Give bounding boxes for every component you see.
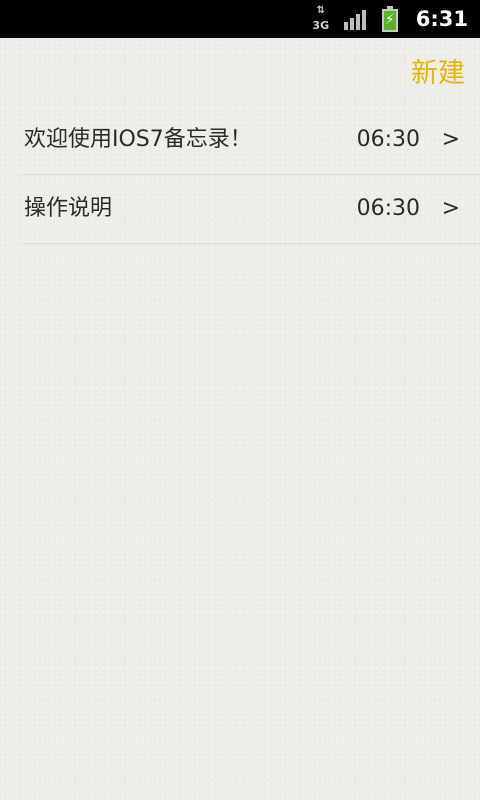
note-row[interactable]: 操作说明 06:30 > [22, 175, 480, 244]
charging-bolt-icon: ⚡ [384, 12, 395, 28]
network-type-label: 3G [312, 19, 330, 32]
signal-bar [349, 18, 354, 30]
note-row[interactable]: 欢迎使用IOS7备忘录！ 06:30 > [22, 106, 480, 175]
note-time: 06:30 [356, 127, 420, 152]
network-3g-icon: ⇅ 3G [312, 6, 330, 32]
notes-screen: ⇅ 3G ⚡ 6:31 新建 欢迎使用IOS7备忘录！ 06:30 > 操作说明… [0, 0, 480, 800]
signal-bar [361, 10, 366, 30]
battery-charging-icon: ⚡ [381, 6, 398, 32]
signal-bar [343, 22, 348, 30]
data-transfer-icon: ⇅ [316, 5, 325, 16]
status-bar: ⇅ 3G ⚡ 6:31 [0, 0, 480, 38]
status-clock: 6:31 [415, 7, 468, 31]
note-title: 操作说明 [24, 196, 113, 221]
chevron-right-icon: > [441, 196, 460, 221]
note-time: 06:30 [356, 196, 420, 221]
new-note-button[interactable]: 新建 [411, 56, 465, 92]
chevron-right-icon: > [441, 127, 460, 152]
signal-bar [355, 14, 360, 30]
note-title: 欢迎使用IOS7备忘录！ [24, 127, 252, 152]
note-list: 欢迎使用IOS7备忘录！ 06:30 > 操作说明 06:30 > [22, 106, 480, 244]
signal-strength-icon [343, 8, 368, 30]
